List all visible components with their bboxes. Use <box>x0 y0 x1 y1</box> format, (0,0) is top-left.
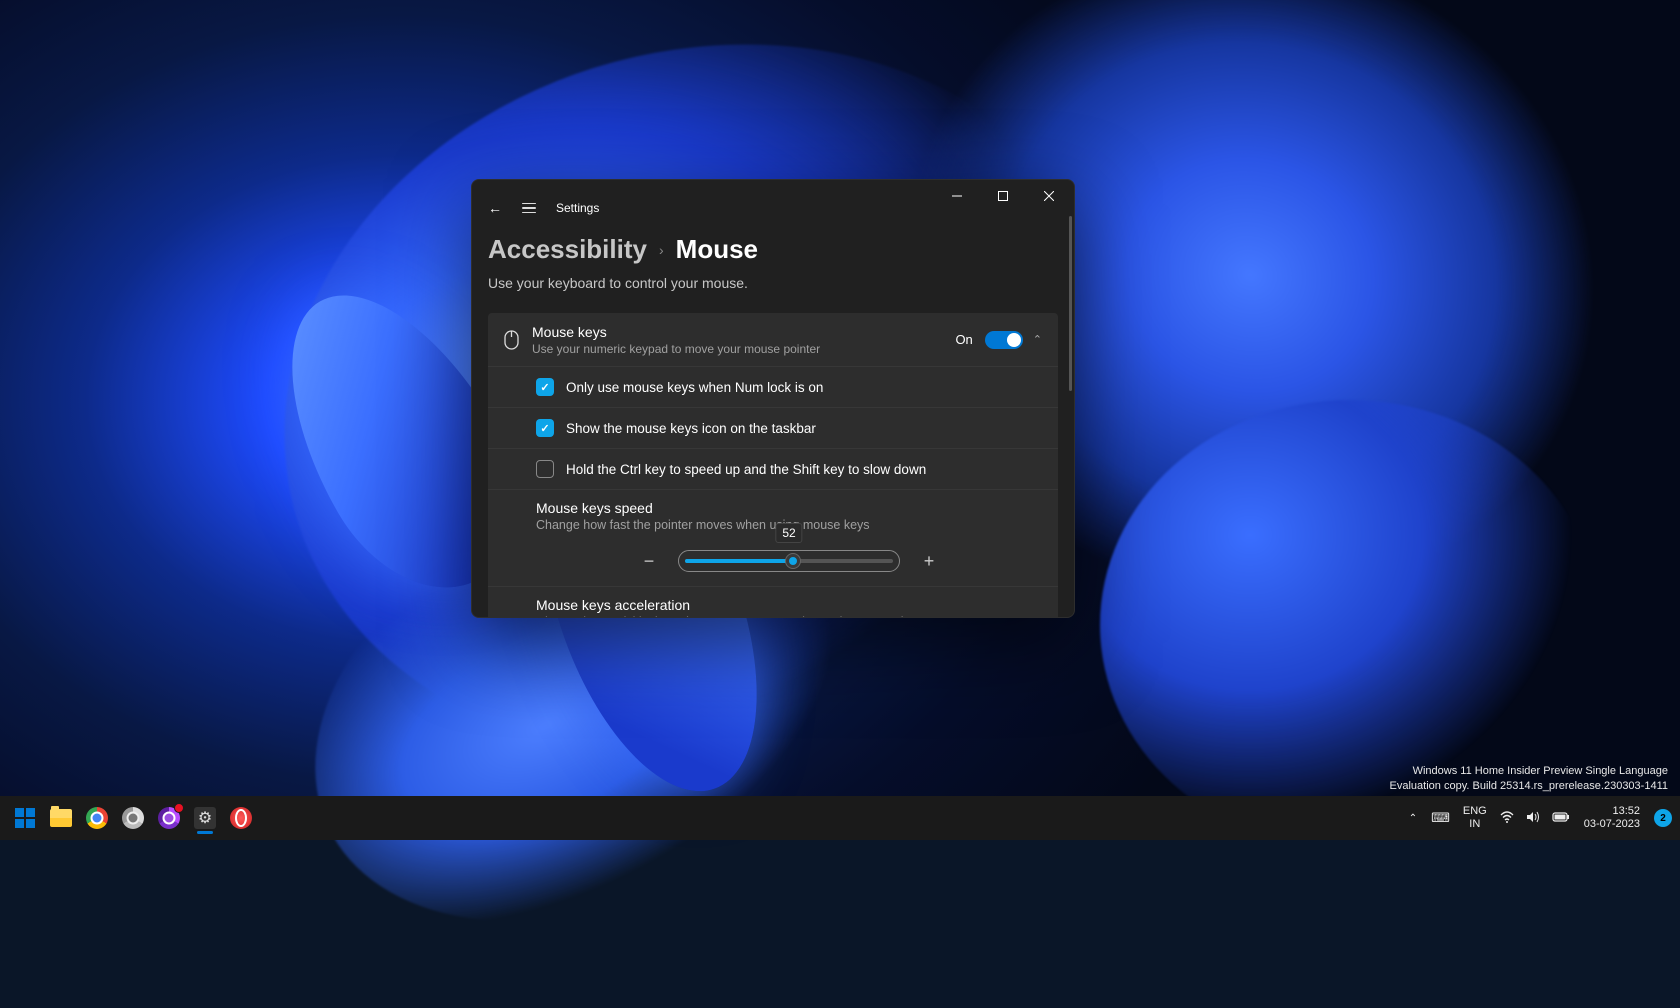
acceleration-description: Change how quickly the pointer starts & … <box>536 615 1042 617</box>
scrollbar[interactable] <box>1069 216 1072 391</box>
slider-increase-button[interactable]: + <box>918 551 940 572</box>
taskbar: ⚙ ⌃ ⌨ ENG IN 13:52 03-07-2023 2 <box>0 796 1680 840</box>
option-taskbar-icon[interactable]: ✓ Show the mouse keys icon on the taskba… <box>488 408 1058 449</box>
speed-section: Mouse keys speed Change how fast the poi… <box>488 490 1058 587</box>
checkbox-taskbar[interactable]: ✓ <box>536 419 554 437</box>
acceleration-section: Mouse keys acceleration Change how quick… <box>488 587 1058 617</box>
toggle-state-label: On <box>955 332 972 347</box>
chrome-dev-icon[interactable] <box>152 801 186 835</box>
file-explorer-icon[interactable] <box>44 801 78 835</box>
mouse-icon <box>504 330 532 350</box>
chrome-canary-icon[interactable] <box>116 801 150 835</box>
wifi-icon[interactable] <box>1496 810 1518 827</box>
hamburger-menu-icon[interactable] <box>522 203 536 214</box>
chevron-right-icon: › <box>659 242 664 258</box>
breadcrumb-parent[interactable]: Accessibility <box>488 234 647 265</box>
page-subtitle: Use your keyboard to control your mouse. <box>488 275 1058 291</box>
speed-title: Mouse keys speed <box>536 500 1042 516</box>
desktop-wallpaper: ← Settings Accessibility › Mouse Use you… <box>0 0 1680 840</box>
option-label: Only use mouse keys when Num lock is on <box>566 380 823 395</box>
keyboard-tray-icon[interactable]: ⌨ <box>1427 810 1454 826</box>
notification-badge-icon <box>174 803 184 813</box>
mouse-keys-row[interactable]: Mouse keys Use your numeric keypad to mo… <box>488 313 1058 367</box>
option-ctrl-shift[interactable]: Hold the Ctrl key to speed up and the Sh… <box>488 449 1058 490</box>
back-button[interactable]: ← <box>488 200 502 216</box>
check-icon: ✓ <box>540 381 549 394</box>
option-label: Hold the Ctrl key to speed up and the Sh… <box>566 462 926 477</box>
opera-icon[interactable] <box>224 801 258 835</box>
language-bottom: IN <box>1463 818 1487 831</box>
breadcrumb: Accessibility › Mouse <box>488 234 1058 265</box>
check-icon: ✓ <box>540 422 549 435</box>
notification-count[interactable]: 2 <box>1654 809 1672 827</box>
mouse-keys-toggle[interactable] <box>985 331 1023 349</box>
checkbox-ctrl-shift[interactable] <box>536 460 554 478</box>
desktop-watermark: Windows 11 Home Insider Preview Single L… <box>1390 764 1668 794</box>
slider-tooltip: 52 <box>775 523 802 543</box>
settings-taskbar-icon[interactable]: ⚙ <box>188 801 222 835</box>
speed-slider[interactable]: 52 <box>678 550 900 572</box>
start-button[interactable] <box>8 801 42 835</box>
option-label: Show the mouse keys icon on the taskbar <box>566 421 816 436</box>
time: 13:52 <box>1584 805 1640 818</box>
chrome-icon[interactable] <box>80 801 114 835</box>
option-numlock[interactable]: ✓ Only use mouse keys when Num lock is o… <box>488 367 1058 408</box>
language-top: ENG <box>1463 805 1487 818</box>
tray-overflow-icon[interactable]: ⌃ <box>1403 813 1423 824</box>
mouse-keys-description: Use your numeric keypad to move your mou… <box>532 342 955 356</box>
acceleration-title: Mouse keys acceleration <box>536 597 1042 613</box>
clock[interactable]: 13:52 03-07-2023 <box>1578 805 1646 830</box>
slider-decrease-button[interactable]: − <box>638 551 660 572</box>
mouse-keys-card: Mouse keys Use your numeric keypad to mo… <box>488 313 1058 617</box>
watermark-line1: Windows 11 Home Insider Preview Single L… <box>1390 764 1668 779</box>
app-title: Settings <box>556 201 599 215</box>
watermark-line2: Evaluation copy. Build 25314.rs_prerelea… <box>1390 779 1668 794</box>
breadcrumb-current: Mouse <box>676 234 758 265</box>
settings-window: ← Settings Accessibility › Mouse Use you… <box>471 179 1075 618</box>
window-topbar: ← Settings <box>472 200 1074 216</box>
battery-icon[interactable] <box>1548 811 1574 826</box>
date: 03-07-2023 <box>1584 818 1640 831</box>
mouse-keys-title: Mouse keys <box>532 324 955 340</box>
checkbox-numlock[interactable]: ✓ <box>536 378 554 396</box>
volume-icon[interactable] <box>1522 810 1544 827</box>
settings-content: Accessibility › Mouse Use your keyboard … <box>472 216 1074 617</box>
slider-thumb[interactable] <box>786 554 800 568</box>
chevron-up-icon[interactable]: ⌃ <box>1033 333 1042 346</box>
language-indicator[interactable]: ENG IN <box>1458 805 1492 830</box>
